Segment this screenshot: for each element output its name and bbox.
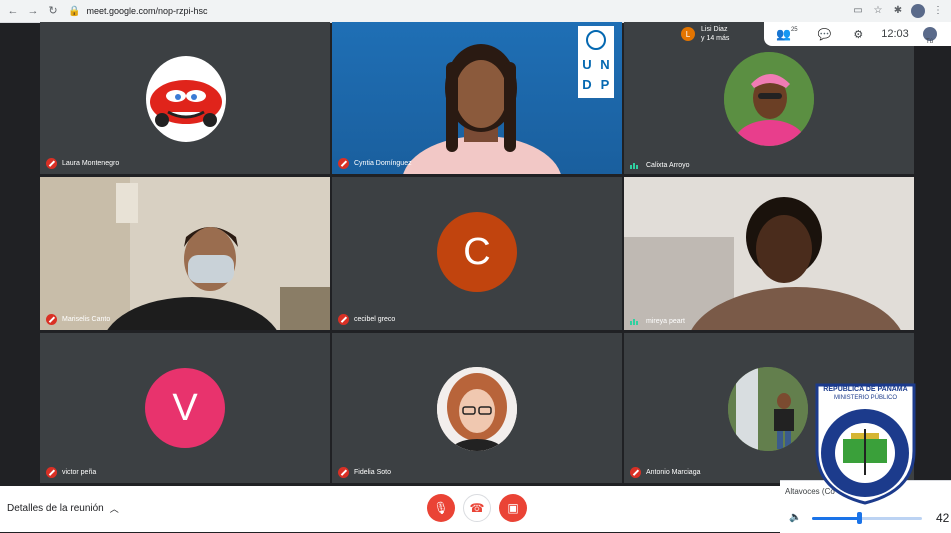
participant-tile: UN DP Cyntia Domínguez — [332, 22, 622, 174]
participant-tile: Mariselis Canto — [40, 177, 330, 330]
mic-off-icon: 🎙 — [433, 501, 449, 515]
menu-icon[interactable]: ⋮ — [931, 4, 945, 18]
undp-logo: UN DP — [578, 26, 614, 98]
participant-tile: Laura Montenegro — [40, 22, 330, 174]
mic-off-icon — [338, 158, 349, 169]
car-avatar-icon — [150, 80, 222, 127]
participant-tile: C cecibel greco — [332, 177, 622, 330]
star-icon[interactable]: ☆ — [871, 4, 885, 18]
mic-off-icon — [46, 158, 57, 169]
mic-off-icon — [338, 467, 349, 478]
volume-slider-handle[interactable] — [857, 512, 862, 524]
mic-off-icon — [46, 467, 57, 478]
institution-emblem: REPÚBLICA DE PANAMÁ MINISTERIO PÚBLICO — [813, 381, 918, 505]
participant-tile: Fidelia Soto — [332, 333, 622, 483]
un-emblem-icon — [586, 30, 606, 50]
mic-off-icon — [338, 314, 349, 325]
mic-toggle-button[interactable]: 🎙 — [427, 494, 455, 522]
emblem-title-2: MINISTERIO PÚBLICO — [833, 395, 897, 401]
meeting-details-button[interactable]: Detalles de la reunión ︿ — [7, 502, 119, 515]
participant-name: cecibel greco — [354, 316, 396, 323]
browser-toolbar: ← → ↻ 🔒 meet.google.com/nop-rzpi-hsc ▭ ☆… — [0, 0, 951, 23]
avatar — [146, 56, 226, 142]
chat-icon[interactable]: 💬 — [818, 28, 832, 41]
lock-icon[interactable]: 🔒 — [68, 6, 80, 17]
leave-call-button[interactable]: ☎ — [463, 494, 491, 522]
reload-icon[interactable]: ↻ — [46, 4, 60, 18]
participant-name: Laura Montenegro — [62, 160, 120, 167]
participant-tile: mireya peart — [624, 177, 914, 330]
speaking-indicator-icon — [630, 162, 640, 169]
participant-name: Fidelia Soto — [354, 469, 391, 476]
participant-name: Mariselis Canto — [62, 316, 111, 323]
avatar: V — [145, 368, 225, 448]
address-bar[interactable]: meet.google.com/nop-rzpi-hsc — [86, 6, 851, 16]
volume-slider-fill — [812, 517, 860, 520]
participant-name: Antonio Marciaga — [646, 469, 701, 476]
profile-avatar[interactable] — [911, 4, 925, 18]
avatar — [728, 367, 808, 451]
notification-line1: Lisi Diaz — [701, 26, 728, 33]
people-icon[interactable]: 👥 — [776, 27, 791, 41]
participants-count: 25 — [790, 27, 798, 33]
top-right-panel: 👥 25 💬 ⚙ 12:03 Tú — [764, 22, 951, 46]
speaking-indicator-icon — [630, 318, 640, 325]
participant-name: Calixta Arroyo — [646, 162, 690, 169]
camera-off-icon: ▣ — [507, 501, 519, 515]
forward-icon[interactable]: → — [26, 4, 40, 18]
self-label: Tú — [925, 39, 933, 45]
hang-up-icon: ☎ — [469, 501, 485, 515]
participant-tile: V victor peña — [40, 333, 330, 483]
back-icon[interactable]: ← — [6, 4, 20, 18]
mic-off-icon — [630, 467, 641, 478]
participant-join-notification[interactable]: L Lisi Diaz y 14 más — [676, 22, 762, 46]
notification-line2: y 14 más — [701, 35, 730, 42]
extensions-icon[interactable]: ✱ — [891, 4, 905, 18]
activities-icon[interactable]: ⚙ — [853, 28, 863, 41]
avatar — [724, 52, 814, 146]
emblem-title-1: REPÚBLICA DE PANAMÁ — [823, 386, 908, 393]
mic-off-icon — [46, 314, 57, 325]
volume-icon[interactable]: 🔈 — [789, 512, 801, 523]
avatar — [437, 367, 517, 451]
participant-name: mireya peart — [646, 318, 685, 325]
clock-time: 12:03 — [881, 28, 909, 40]
volume-value: 42 — [936, 511, 950, 525]
camera-toggle-button[interactable]: ▣ — [499, 494, 527, 522]
meeting-details-label: Detalles de la reunión — [7, 503, 104, 514]
camera-icon[interactable]: ▭ — [851, 4, 865, 18]
avatar: L — [681, 27, 695, 41]
participant-video — [40, 177, 330, 330]
chevron-up-icon: ︿ — [109, 504, 119, 514]
avatar: C — [437, 212, 517, 292]
participant-name: Cyntia Domínguez — [354, 160, 412, 167]
participant-name: victor peña — [62, 469, 97, 476]
participant-video — [624, 177, 914, 330]
